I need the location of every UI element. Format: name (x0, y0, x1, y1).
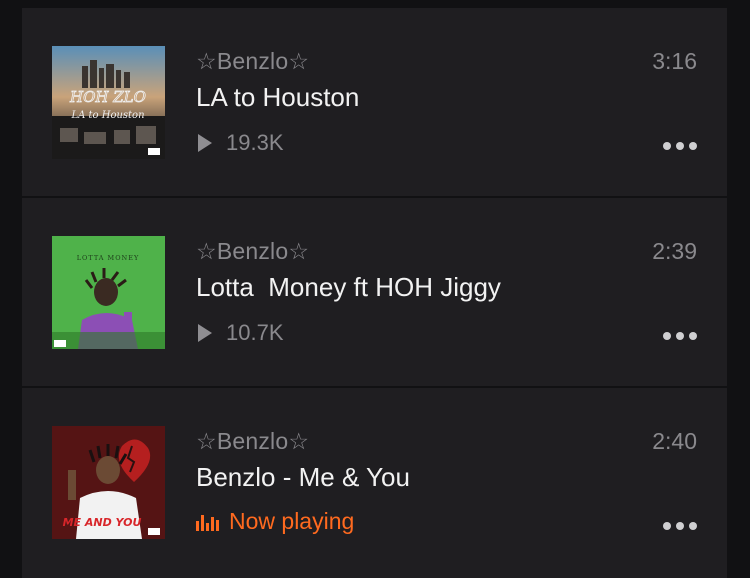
play-count: 10.7K (198, 319, 284, 347)
cover-title: LOTTA MONEY (77, 254, 140, 262)
artwork-lotta-money: LOTTA MONEY (52, 236, 165, 349)
now-playing-label: Now playing (229, 508, 355, 534)
track-list: HOH ZLO LA to Houston ☆Benzlo☆ 3:16 LA t… (0, 0, 750, 578)
artwork-me-and-you: ME AND YOU (52, 426, 165, 539)
artwork-la-to-houston: HOH ZLO LA to Houston (52, 46, 165, 159)
track-artist[interactable]: ☆Benzlo☆ (196, 238, 309, 265)
track-artwork[interactable]: LOTTA MONEY (52, 236, 165, 349)
track-duration: 3:16 (652, 48, 697, 74)
cover-title: HOH ZLO (69, 88, 146, 106)
track-title[interactable]: Lotta Money ft HOH Jiggy (196, 272, 501, 303)
play-count: 19.3K (198, 129, 284, 157)
play-icon (198, 134, 212, 152)
more-options-icon[interactable] (663, 142, 697, 150)
play-count-value: 10.7K (226, 320, 284, 345)
more-options-icon[interactable] (663, 332, 697, 340)
cover-title: ME AND YOU (63, 516, 142, 529)
track-title[interactable]: LA to Houston (196, 82, 359, 113)
track-duration: 2:40 (652, 428, 697, 454)
track-artwork[interactable]: HOH ZLO LA to Houston (52, 46, 165, 159)
play-count-value: 19.3K (226, 130, 284, 155)
track-title[interactable]: Benzlo - Me & You (196, 462, 410, 493)
track-item-la-to-houston[interactable]: HOH ZLO LA to Houston ☆Benzlo☆ 3:16 LA t… (22, 8, 727, 196)
track-artwork[interactable]: ME AND YOU (52, 426, 165, 539)
more-options-icon[interactable] (663, 522, 697, 530)
track-duration: 2:39 (652, 238, 697, 264)
track-item-lotta-money[interactable]: LOTTA MONEY ☆Benzlo☆ 2:39 Lotta Money ft… (22, 198, 727, 386)
track-item-me-and-you[interactable]: ME AND YOU ☆Benzlo☆ 2:40 Benzlo - Me & Y… (22, 388, 727, 578)
track-artist[interactable]: ☆Benzlo☆ (196, 48, 309, 75)
cover-subtitle: LA to Houston (70, 110, 144, 121)
track-artist[interactable]: ☆Benzlo☆ (196, 428, 309, 455)
equalizer-icon (196, 513, 219, 531)
now-playing-status: Now playing (196, 508, 354, 535)
play-icon (198, 324, 212, 342)
